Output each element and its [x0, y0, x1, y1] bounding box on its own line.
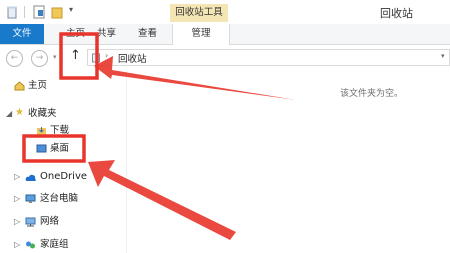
- nav-item-downloads[interactable]: 下载: [37, 123, 70, 139]
- nav-item-label: 桌面: [50, 143, 70, 154]
- nav-item-homegroup[interactable]: ▷ 家庭组: [14, 237, 69, 253]
- back-arrow-icon[interactable]: ←: [6, 50, 23, 67]
- nav-item-favorites[interactable]: ◢ ★ 收藏夹: [6, 106, 57, 122]
- nav-item-label: OneDrive: [40, 171, 88, 182]
- collapse-chevron-icon[interactable]: ▷: [14, 214, 20, 230]
- recycle-bin-tools-header: 回收站工具: [170, 4, 228, 22]
- nav-item-desktop[interactable]: 桌面: [36, 141, 70, 157]
- nav-item-home[interactable]: 主页: [14, 78, 48, 94]
- collapse-chevron-icon[interactable]: ▷: [14, 191, 20, 207]
- download-icon: [37, 127, 46, 135]
- nav-item-label: 家庭组: [40, 239, 69, 250]
- collapse-chevron-icon[interactable]: ▷: [14, 237, 20, 253]
- tab-home[interactable]: 主页: [66, 24, 85, 44]
- breadcrumb-separator: ›: [105, 51, 109, 60]
- forward-arrow-icon[interactable]: →: [31, 50, 48, 67]
- network-icon: [25, 217, 36, 227]
- recycle-bin-icon[interactable]: [6, 5, 18, 19]
- address-dropdown-icon[interactable]: ▾: [441, 52, 445, 60]
- customize-toolbar-icon[interactable]: ▾: [69, 5, 73, 19]
- recent-locations-icon[interactable]: ▾: [53, 53, 57, 61]
- nav-item-label: 收藏夹: [28, 108, 57, 119]
- toolbar-separator: [24, 6, 25, 18]
- collapse-chevron-icon[interactable]: ▷: [14, 169, 20, 185]
- address-path[interactable]: 回收站: [118, 51, 147, 65]
- empty-folder-message: 该文件夹为空。: [340, 89, 404, 99]
- nav-item-this-pc[interactable]: ▷ 这台电脑: [14, 191, 79, 207]
- navigation-pane: 主页 ◢ ★ 收藏夹 下载 桌面 ▷ OneDrive ▷ 这台电脑 ▷ 网络 …: [0, 71, 127, 253]
- tab-share[interactable]: 共享: [97, 24, 116, 44]
- nav-item-network[interactable]: ▷ 网络: [14, 214, 60, 230]
- star-icon: ★: [15, 107, 24, 118]
- title-bar: ▾ 回收站工具 回收站: [0, 0, 450, 24]
- nav-item-label: 网络: [40, 216, 60, 227]
- tab-view[interactable]: 查看: [138, 24, 157, 44]
- nav-item-onedrive[interactable]: ▷ OneDrive: [14, 169, 88, 185]
- new-folder-icon[interactable]: [51, 5, 63, 19]
- nav-item-label: 这台电脑: [40, 193, 79, 204]
- desktop-icon: [36, 144, 47, 153]
- cloud-icon: [25, 174, 36, 181]
- window-title: 回收站: [380, 7, 413, 20]
- up-arrow-icon[interactable]: ↑: [70, 48, 81, 63]
- navigation-bar: ← → ▾ ↑ › 回收站 ▾: [0, 45, 450, 71]
- recycle-bin-icon: [92, 53, 100, 63]
- home-icon: [14, 81, 25, 91]
- nav-item-label: 下载: [50, 125, 70, 136]
- expand-chevron-icon[interactable]: ◢: [6, 106, 12, 122]
- homegroup-icon: [26, 241, 35, 249]
- ribbon-tab-bar: 文件 主页 共享 查看 管理: [0, 24, 450, 45]
- nav-item-label: 主页: [28, 80, 48, 91]
- tab-file[interactable]: 文件: [0, 24, 44, 44]
- tab-manage[interactable]: 管理: [172, 24, 230, 45]
- computer-icon: [25, 194, 36, 203]
- properties-icon[interactable]: [33, 5, 45, 19]
